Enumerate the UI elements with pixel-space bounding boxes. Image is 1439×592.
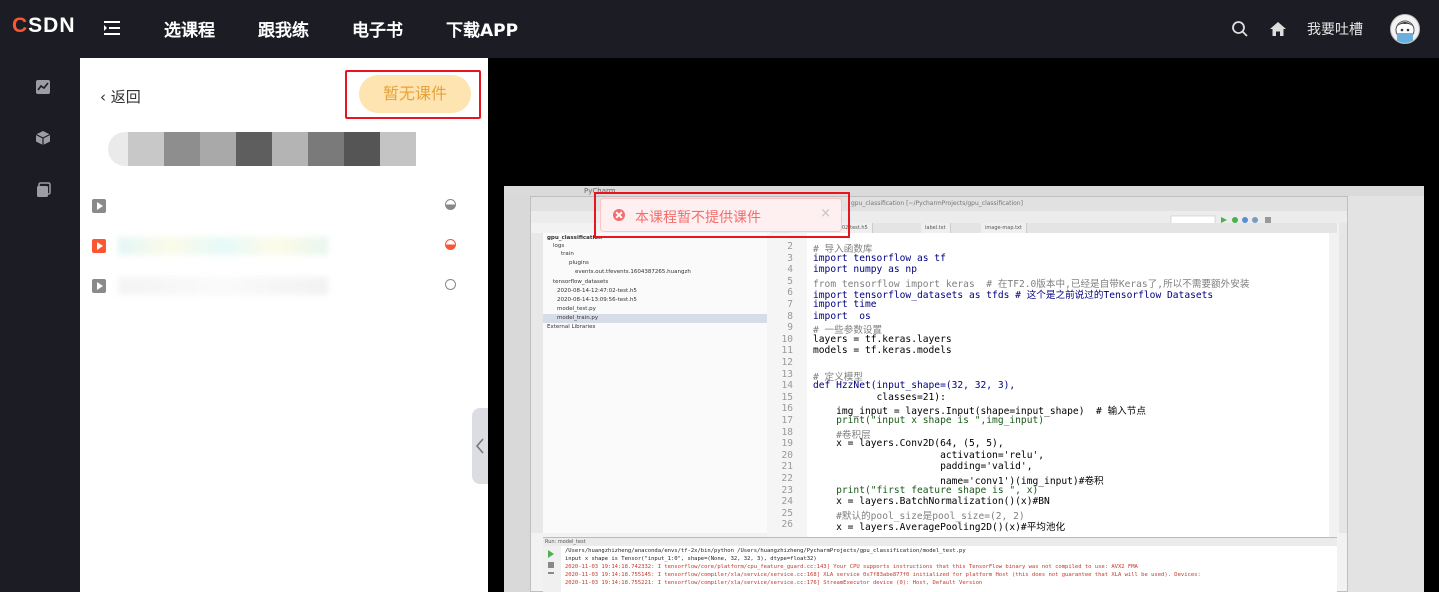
cube-icon[interactable] — [34, 129, 52, 147]
line-number: 26 — [781, 519, 793, 531]
code-line: classes=21): — [813, 391, 946, 403]
project-tree: gpu_classification logs train plugins ev… — [543, 233, 768, 533]
window-edge-right — [1348, 196, 1424, 592]
run-console-toolbar — [543, 546, 561, 592]
highlight-box: 本课程暂不提供课件 × — [594, 192, 850, 238]
line-number: 22 — [781, 473, 793, 484]
editor-tabs: 2020-08-14-12:47:02-test.h5 label.txt im… — [771, 223, 1337, 233]
error-circle-icon — [613, 209, 625, 221]
nav-courses[interactable]: 选课程 — [164, 16, 215, 41]
code-line: models = tf.keras.models — [813, 345, 952, 357]
console-line: 2020-11-03 19:14:18.755221: I tensorflow… — [565, 580, 983, 586]
line-number: 12 — [781, 357, 793, 368]
chevron-left-icon: ‹ — [100, 88, 106, 106]
toast-message: 本课程暂不提供课件 — [635, 210, 761, 226]
run-console: Run: model_test /Users/huangzhizheng/ana… — [543, 537, 1337, 592]
line-number: 16 — [781, 403, 793, 415]
line-number: 25 — [781, 507, 793, 519]
line-number: 6 — [787, 287, 793, 299]
code-line: x = layers.Conv2D(64, (5, 5), — [813, 438, 1004, 450]
line-number: 2 — [787, 241, 793, 252]
code-line: import tensorflow as tf — [813, 252, 946, 264]
code-line: x = layers.BatchNormalization()(x)#BN — [813, 496, 1050, 508]
line-number: 23 — [781, 484, 793, 496]
chapter-item[interactable] — [92, 276, 462, 296]
code-line: activation='relu', — [813, 449, 1045, 461]
chevron-left-icon — [475, 438, 484, 454]
collapse-panel-tab[interactable] — [472, 408, 488, 484]
code-line: import numpy as np — [813, 264, 917, 276]
line-number: 24 — [781, 496, 793, 508]
window-edge — [504, 196, 530, 592]
line-number: 4 — [787, 264, 793, 276]
console-line: 2020-11-03 19:14:18.755145: I tensorflow… — [565, 572, 1201, 578]
run-console-title: Run: model_test — [543, 538, 1337, 546]
line-number: 8 — [787, 310, 793, 322]
code-line: def HzzNet(input_shape=(32, 32, 3), — [813, 380, 1016, 392]
line-number: 14 — [781, 380, 793, 392]
line-number: 3 — [787, 252, 793, 264]
ide-left-strip — [531, 233, 543, 533]
line-number: 7 — [787, 299, 793, 310]
progress-half-icon — [445, 199, 456, 210]
code-line: layers = tf.keras.layers — [813, 333, 952, 345]
top-navbar: CSDN 选课程 跟我练 电子书 下载APP 我要吐槽 — [0, 0, 1439, 58]
line-number: 18 — [781, 426, 793, 438]
code-line: import os — [813, 310, 871, 322]
code-editor: 2 # 导入函数库 3 import tensorflow as tf 4 import … — [767, 233, 1329, 537]
video-frame: PyCharm gpu_classification [~/PycharmPro… — [504, 186, 1424, 592]
chart-icon[interactable] — [34, 78, 52, 96]
nav-practice[interactable]: 跟我练 — [258, 16, 309, 41]
line-number: 5 — [787, 275, 793, 287]
console-line: input x shape is Tensor("input_1:0", sha… — [565, 556, 817, 562]
left-rail — [0, 58, 80, 592]
blurred-chapter-title — [118, 237, 328, 255]
line-number: 19 — [781, 438, 793, 450]
nav-ebooks[interactable]: 电子书 — [352, 16, 403, 41]
blurred-course-title — [108, 132, 416, 166]
nav-download-app[interactable]: 下载APP — [446, 16, 518, 41]
code-line: x = layers.AveragePooling2D()(x)#平均池化 — [813, 522, 1066, 534]
menu-toggle-icon[interactable] — [101, 17, 123, 39]
line-number: 9 — [787, 322, 793, 334]
line-number: 13 — [781, 368, 793, 380]
course-panel: ‹ 返回 暂无课件 — [80, 58, 488, 592]
csdn-logo[interactable]: CSDN — [12, 14, 76, 38]
console-line: /Users/huangzhizheng/anaconda/envs/tf-2x… — [565, 548, 966, 554]
search-icon[interactable] — [1231, 20, 1249, 38]
no-courseware-button[interactable]: 暂无课件 — [359, 75, 471, 113]
user-avatar[interactable] — [1390, 14, 1420, 44]
video-player[interactable]: PyCharm gpu_classification [~/PycharmPro… — [488, 58, 1439, 592]
progress-half-icon — [445, 239, 456, 250]
pycharm-window: gpu_classification [~/PycharmProjects/gp… — [530, 196, 1348, 592]
line-number: 20 — [781, 449, 793, 461]
back-label: 返回 — [110, 88, 141, 106]
line-number: 15 — [781, 391, 793, 403]
chapter-item-active[interactable] — [92, 236, 462, 256]
line-number: 11 — [781, 345, 793, 357]
code-line: padding='valid', — [813, 461, 1033, 473]
home-icon[interactable] — [1269, 20, 1287, 38]
back-button[interactable]: ‹ 返回 — [100, 86, 141, 107]
blurred-chapter-title — [118, 277, 328, 295]
error-toast: 本课程暂不提供课件 × — [600, 198, 842, 232]
video-play-icon — [92, 279, 106, 293]
code-line: import time — [813, 299, 877, 310]
video-play-icon — [92, 239, 106, 253]
line-number: 21 — [781, 461, 793, 473]
console-line: 2020-11-03 19:14:18.742332: I tensorflow… — [565, 564, 1138, 570]
code-line: print("first feature shape is ", x) — [813, 484, 1039, 496]
line-number: 17 — [781, 415, 793, 426]
feedback-link[interactable]: 我要吐槽 — [1307, 19, 1363, 39]
code-line: print("input x shape is ",img_input) — [813, 415, 1045, 426]
highlight-box: 暂无课件 — [345, 70, 481, 119]
close-icon[interactable]: × — [820, 206, 831, 221]
copy-icon[interactable] — [34, 181, 52, 199]
ide-right-strip — [1339, 223, 1347, 533]
chapter-item[interactable] — [92, 196, 462, 216]
progress-empty-icon — [445, 279, 456, 290]
line-number: 10 — [781, 333, 793, 345]
video-play-icon — [92, 199, 106, 213]
